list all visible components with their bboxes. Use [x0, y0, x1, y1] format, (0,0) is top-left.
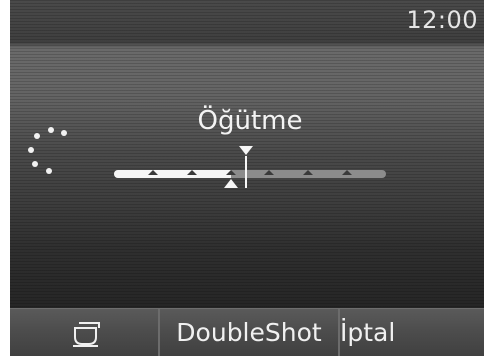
slider-notch	[342, 170, 353, 175]
cup-button[interactable]	[10, 309, 158, 356]
slider-notch	[303, 170, 314, 175]
cup-icon	[73, 321, 100, 347]
current-marker-icon	[223, 179, 238, 188]
grind-slider[interactable]	[10, 0, 484, 210]
coffee-machine-display: 12:00 Öğütme DoubleShot İptal	[10, 0, 484, 356]
cancel-button[interactable]: İptal	[340, 309, 484, 356]
slider-notch	[186, 170, 197, 175]
softkey-bar: DoubleShot İptal	[10, 308, 484, 356]
slider-notch	[225, 170, 236, 175]
target-marker-icon	[239, 146, 254, 155]
doubleshot-button[interactable]: DoubleShot	[160, 309, 338, 356]
slider-notch	[147, 170, 158, 175]
slider-notch	[264, 170, 275, 175]
target-line	[245, 156, 248, 188]
slider-fill	[114, 170, 231, 178]
